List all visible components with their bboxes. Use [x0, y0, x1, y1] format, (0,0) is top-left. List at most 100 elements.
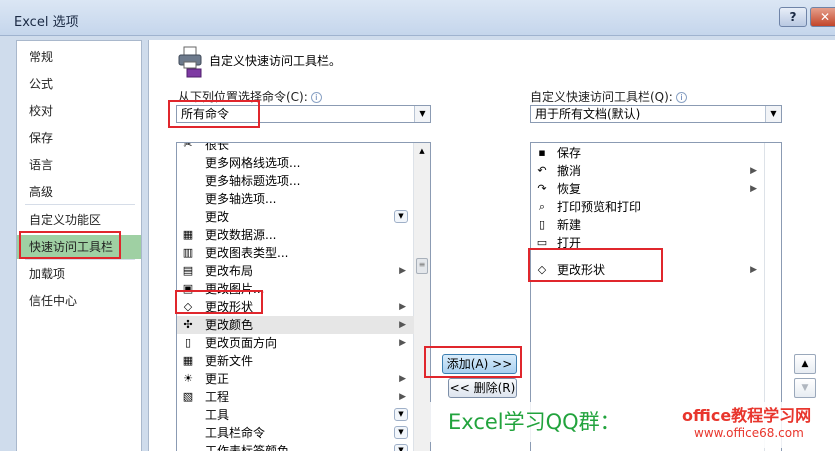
- new-file-icon: ▯: [538, 218, 546, 231]
- data-source-icon: ▦: [182, 228, 194, 241]
- help-button[interactable]: ?: [779, 7, 807, 27]
- toolbar-item[interactable]: ▪ 保存: [531, 144, 765, 162]
- info-icon: i: [675, 92, 687, 103]
- scroll-up-icon[interactable]: ▲: [414, 143, 430, 159]
- quick-access-toolbar-icon: [178, 46, 202, 78]
- nav-divider: [25, 259, 135, 260]
- command-label: 更改数据源...: [205, 228, 277, 242]
- command-label: 更新文件: [205, 354, 254, 368]
- toolbar-item-label: 新建: [557, 218, 582, 232]
- nav-item[interactable]: 语言: [17, 153, 141, 177]
- command-item[interactable]: ☀ 更正 ▶: [177, 370, 414, 388]
- customize-toolbar-value: 用于所有文档(默认): [535, 107, 641, 121]
- command-label: 更正: [205, 372, 230, 386]
- add-button[interactable]: 添加(A) >>: [442, 354, 517, 374]
- dropdown-icon: ▼: [394, 426, 408, 439]
- nav-item[interactable]: 常规: [17, 45, 141, 69]
- shape-icon: ◇: [537, 263, 547, 276]
- command-item[interactable]: ▦ 更改数据源...: [177, 226, 414, 244]
- commands-scrollbar[interactable]: ▲ ≡: [413, 143, 430, 451]
- page-orientation-icon: ▯: [184, 336, 192, 349]
- info-icon: i: [310, 92, 322, 103]
- chevron-down-icon[interactable]: ▼: [414, 106, 430, 122]
- shape-icon: ◇: [183, 300, 193, 313]
- nav-item[interactable]: 加载项: [17, 262, 141, 286]
- nav-item[interactable]: 快速访问工具栏: [17, 235, 141, 259]
- toolbar-item[interactable]: ↷ 恢复 ▶: [531, 180, 765, 198]
- toolbar-item[interactable]: ⌕ 打印预览和打印: [531, 198, 765, 216]
- submenu-arrow-icon: ▶: [399, 338, 406, 348]
- command-item[interactable]: ▣ 更改图片...: [177, 280, 414, 298]
- toolbar-item[interactable]: ▭ 打开: [531, 234, 765, 252]
- command-item[interactable]: 工具栏命令 ▼: [177, 424, 414, 442]
- command-item[interactable]: ✣ 更改颜色 ▶: [177, 316, 414, 334]
- section-title: 自定义快速访问工具栏。: [209, 54, 342, 68]
- customize-toolbar-text: 自定义快速访问工具栏(Q):: [530, 90, 673, 104]
- customize-toolbar-label: 自定义快速访问工具栏(Q): i: [530, 88, 687, 105]
- commands-list[interactable]: ▲ ≡ ✂ 很长 更多网格线选项... 更多轴标题选项... 更多轴选项... 更改 ▼ ▦ 更…: [176, 142, 431, 451]
- nav-item[interactable]: 保存: [17, 126, 141, 150]
- toolbar-item-label: 打开: [557, 236, 582, 250]
- command-label: 更改页面方向: [205, 336, 278, 350]
- command-item[interactable]: 工具 ▼: [177, 406, 414, 424]
- submenu-arrow-icon: ▶: [750, 184, 757, 194]
- move-down-button[interactable]: ▼: [794, 378, 816, 398]
- command-label: 工作表标签颜色: [205, 444, 290, 451]
- choose-commands-label: 从下列位置选择命令(C): i: [178, 88, 322, 105]
- command-label: 工具栏命令: [205, 426, 266, 440]
- command-item[interactable]: ▤ 更改布局 ▶: [177, 262, 414, 280]
- scroll-thumb[interactable]: ≡: [416, 258, 428, 274]
- remove-button[interactable]: << 删除(R): [448, 378, 517, 398]
- command-item[interactable]: 更多轴标题选项...: [177, 172, 414, 190]
- picture-icon: ▣: [182, 282, 194, 295]
- command-label: 更改图表类型...: [205, 246, 289, 260]
- nav-item[interactable]: 高级: [17, 180, 141, 204]
- command-label: 更改图片...: [205, 282, 265, 296]
- submenu-arrow-icon: ▶: [399, 392, 406, 402]
- command-item[interactable]: ▧ 工程 ▶: [177, 388, 414, 406]
- command-item[interactable]: ▦ 更新文件: [177, 352, 414, 370]
- qq-group-watermark: Excel学习QQ群：488925027: [430, 402, 700, 451]
- sun-icon: ☀: [183, 372, 193, 385]
- redo-icon: ↷: [537, 182, 547, 195]
- save-icon: ▪: [538, 146, 546, 159]
- command-item[interactable]: ▥ 更改图表类型...: [177, 244, 414, 262]
- command-label: 工具: [205, 408, 230, 422]
- command-item[interactable]: ✂ 很长: [177, 142, 414, 154]
- toolbar-item[interactable]: ↶ 撤消 ▶: [531, 162, 765, 180]
- choose-commands-value: 所有命令: [181, 107, 230, 121]
- submenu-arrow-icon: ▶: [399, 266, 406, 276]
- command-item[interactable]: 更多轴选项...: [177, 190, 414, 208]
- undo-icon: ↶: [537, 164, 547, 177]
- customize-toolbar-combo[interactable]: 用于所有文档(默认) ▼: [530, 105, 782, 123]
- nav-item[interactable]: 校对: [17, 99, 141, 123]
- command-label: 更多轴标题选项...: [205, 174, 301, 188]
- brand-url: www.office68.com: [694, 426, 804, 440]
- colors-icon: ✣: [183, 318, 193, 331]
- toolbar-item-label: 保存: [557, 146, 582, 160]
- toolbar-item-label: 更改形状: [557, 263, 606, 277]
- move-up-button[interactable]: ▲: [794, 354, 816, 374]
- print-preview-icon: ⌕: [538, 200, 546, 213]
- submenu-arrow-icon: ▶: [399, 302, 406, 312]
- choose-commands-combo[interactable]: 所有命令 ▼: [176, 105, 431, 123]
- command-label: 更改形状: [205, 300, 254, 314]
- toolbar-item[interactable]: ◇ 更改形状 ▶: [531, 261, 765, 279]
- window-title: Excel 选项: [14, 15, 79, 30]
- command-label: 工程: [205, 390, 230, 404]
- nav-item[interactable]: 公式: [17, 72, 141, 96]
- command-item[interactable]: 工作表标签颜色 ▼: [177, 442, 414, 451]
- chevron-down-icon[interactable]: ▼: [765, 106, 781, 122]
- nav-item[interactable]: 信任中心: [17, 289, 141, 313]
- command-item[interactable]: 更多网格线选项...: [177, 154, 414, 172]
- options-nav: 常规公式校对保存语言高级自定义功能区 快速访问工具栏 加载项信任中心: [16, 40, 142, 451]
- command-label: 更改布局: [205, 264, 254, 278]
- command-item[interactable]: 更改 ▼: [177, 208, 414, 226]
- nav-item[interactable]: 自定义功能区: [17, 208, 141, 232]
- close-button[interactable]: ✕: [810, 7, 835, 27]
- command-label: 更改颜色: [205, 318, 254, 332]
- command-item[interactable]: ▯ 更改页面方向 ▶: [177, 334, 414, 352]
- toolbar-item[interactable]: ▯ 新建: [531, 216, 765, 234]
- command-item[interactable]: ◇ 更改形状 ▶: [177, 298, 414, 316]
- command-label: 很长: [205, 142, 230, 152]
